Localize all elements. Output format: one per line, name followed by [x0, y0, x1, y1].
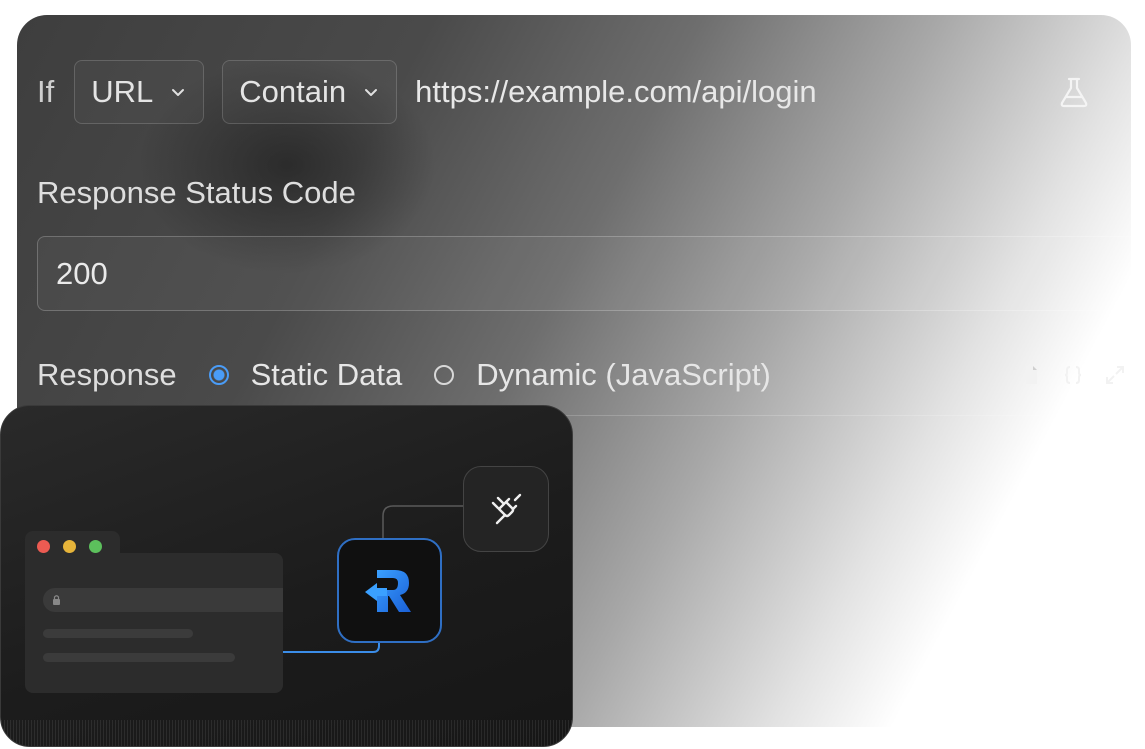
requestly-logo-icon [364, 569, 411, 612]
status-code-value: 200 [56, 255, 108, 291]
response-label: Response [37, 357, 177, 392]
status-code-label: Response Status Code [37, 175, 356, 210]
maximize-dot-icon [89, 540, 102, 553]
minimize-dot-icon [63, 540, 76, 553]
response-editor-tools [1019, 363, 1127, 387]
radio-selected-indicator [208, 365, 229, 385]
source-select-value: URL [91, 74, 154, 109]
copy-icon[interactable] [1019, 363, 1043, 387]
plug-icon [491, 493, 522, 525]
chevron-down-icon [172, 89, 185, 96]
operator-select[interactable]: Contain [222, 60, 398, 124]
radio-unselected-indicator [434, 365, 455, 385]
radio-dynamic-javascript[interactable]: Dynamic (JavaScript) [434, 357, 771, 393]
browser-window-illustration [25, 531, 283, 693]
content-placeholder-line [43, 629, 193, 638]
url-value-input[interactable]: https://example.com/api/login [415, 74, 817, 110]
response-type-row: Response Static Data Dynamic (JavaScript… [37, 353, 1131, 397]
if-label: If [37, 74, 55, 109]
chevron-down-icon [365, 89, 378, 96]
radio-dynamic-javascript-label: Dynamic (JavaScript) [476, 357, 771, 392]
status-code-input[interactable]: 200 [37, 236, 1131, 311]
content-placeholder-line [43, 653, 235, 662]
source-select[interactable]: URL [74, 60, 205, 124]
lock-icon [53, 595, 60, 605]
browser-body [25, 553, 283, 693]
requestly-logo-tile [337, 538, 442, 643]
rule-condition-row: If URL Contain https://example.com/api/l… [37, 59, 1091, 125]
radio-static-data-label: Static Data [250, 357, 403, 392]
flask-icon[interactable] [1057, 75, 1091, 109]
illustration-card [0, 405, 573, 747]
expand-icon[interactable] [1103, 363, 1127, 387]
close-dot-icon [37, 540, 50, 553]
code-braces-icon[interactable] [1061, 363, 1085, 387]
address-bar [43, 588, 283, 612]
operator-select-value: Contain [239, 74, 347, 109]
plug-tile [463, 466, 549, 552]
grain-texture [1, 720, 572, 746]
radio-static-data[interactable]: Static Data [208, 357, 403, 393]
